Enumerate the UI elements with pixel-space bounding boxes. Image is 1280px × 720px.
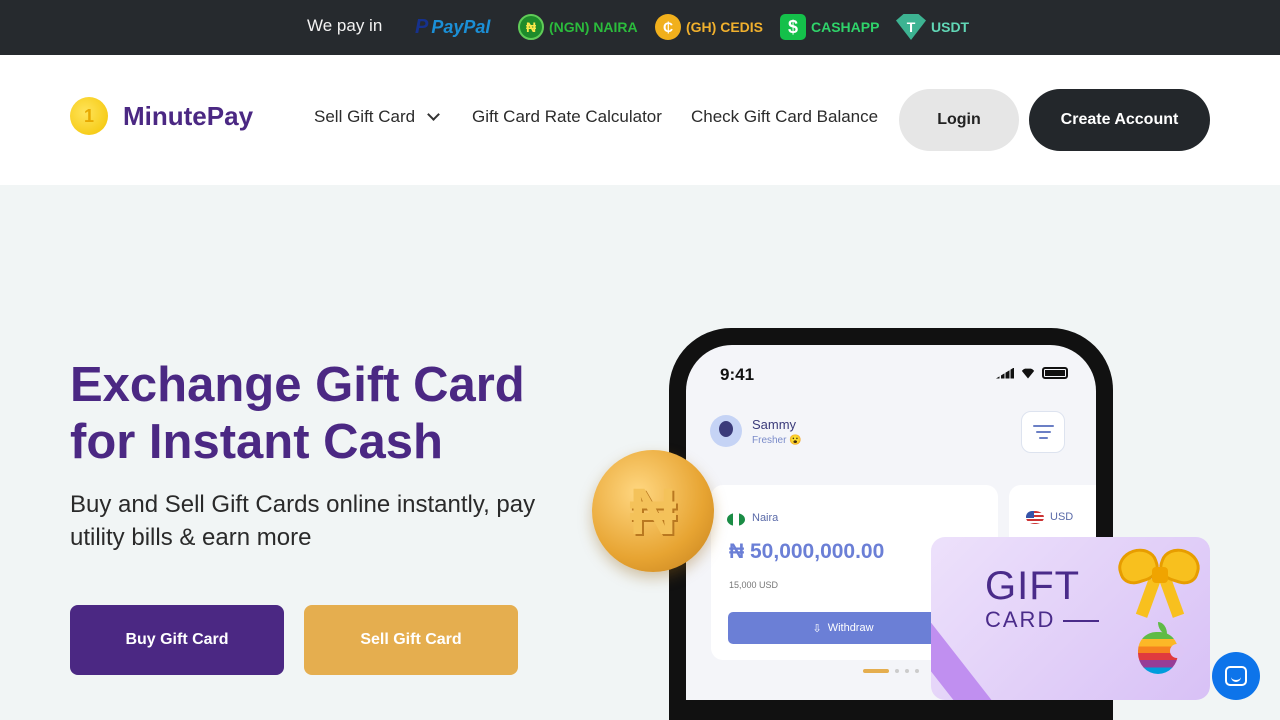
cedis-method: ₵ (GH) CEDIS [655, 13, 763, 41]
menu-icon [1021, 411, 1065, 453]
gift-bow-icon [1113, 543, 1205, 618]
naira-coin-illustration: ₦ [592, 450, 714, 572]
naira-wallet-label: Naira [752, 512, 779, 524]
naira-method: ₦ (NGN) NAIRA [518, 13, 638, 41]
nav-rate-calculator[interactable]: Gift Card Rate Calculator [472, 107, 662, 127]
phone-user-name: Sammy [752, 417, 797, 432]
logo-text: MinutePay [123, 100, 254, 131]
cedi-coin-icon: ₵ [655, 14, 681, 40]
chevron-down-icon [427, 108, 440, 121]
site-header: 1 MinutePay Sell Gift Card Gift Card Rat… [0, 55, 1280, 185]
phone-status-icons [996, 367, 1068, 379]
gift-card-title: GIFT [985, 564, 1081, 608]
cashapp-label: CASHAPP [811, 19, 880, 35]
gift-card-subtitle: CARD [985, 607, 1099, 633]
we-pay-in-label: We pay in [307, 16, 383, 35]
wifi-icon [1020, 368, 1036, 379]
naira-wallet-usd: 15,000 USD [729, 580, 779, 590]
carousel-dots [863, 669, 919, 673]
site-logo[interactable]: 1 MinutePay [70, 97, 253, 135]
nigeria-flag-icon [727, 513, 745, 526]
phone-time: 9:41 [720, 365, 755, 384]
chat-icon [1225, 666, 1247, 686]
usdt-label: USDT [931, 19, 970, 35]
withdraw-button: ⇩ Withdraw [728, 612, 958, 644]
nav-check-balance[interactable]: Check Gift Card Balance [691, 107, 878, 127]
signal-icon [996, 367, 1014, 379]
withdraw-label: Withdraw [827, 622, 874, 634]
paypal-icon: P [415, 15, 429, 38]
buy-gift-card-button[interactable]: Buy Gift Card [70, 605, 284, 675]
cashapp-method: $ CASHAPP [780, 13, 879, 41]
nav-sell-label: Sell Gift Card [314, 107, 416, 126]
logo-coin-icon: 1 [70, 97, 108, 135]
create-account-button[interactable]: Create Account [1029, 89, 1210, 151]
usd-wallet-label: USD [1050, 511, 1074, 523]
naira-coin-icon: ₦ [518, 14, 544, 40]
login-button[interactable]: Login [899, 89, 1019, 151]
paypal-method: P PayPal [415, 13, 490, 41]
usdt-method: T USDT [896, 13, 969, 41]
battery-icon [1042, 367, 1068, 379]
phone-user-role: Fresher 😮 [752, 435, 802, 446]
tether-icon: T [896, 14, 926, 40]
us-flag-icon [1026, 511, 1044, 524]
gift-card-illustration: GIFT CARD [931, 537, 1210, 700]
avatar [710, 415, 742, 447]
chat-support-button[interactable] [1212, 652, 1260, 700]
download-icon: ⇩ [812, 622, 822, 635]
sell-gift-card-button[interactable]: Sell Gift Card [304, 605, 518, 675]
cashapp-icon: $ [780, 14, 806, 40]
paypal-label: PayPal [431, 16, 491, 37]
naira-label: (NGN) NAIRA [549, 19, 638, 35]
nav-sell-gift-card[interactable]: Sell Gift Card [314, 107, 440, 127]
payment-methods-bar: We pay in P PayPal ₦ (NGN) NAIRA ₵ (GH) … [0, 0, 1280, 55]
hero-title: Exchange Gift Card for Instant Cash [70, 358, 525, 469]
naira-wallet-amount: ₦ 50,000,000.00 [729, 540, 885, 563]
hero-subtitle: Buy and Sell Gift Cards online instantly… [70, 491, 536, 551]
cedis-label: (GH) CEDIS [686, 19, 763, 35]
apple-logo-icon [1138, 622, 1184, 674]
